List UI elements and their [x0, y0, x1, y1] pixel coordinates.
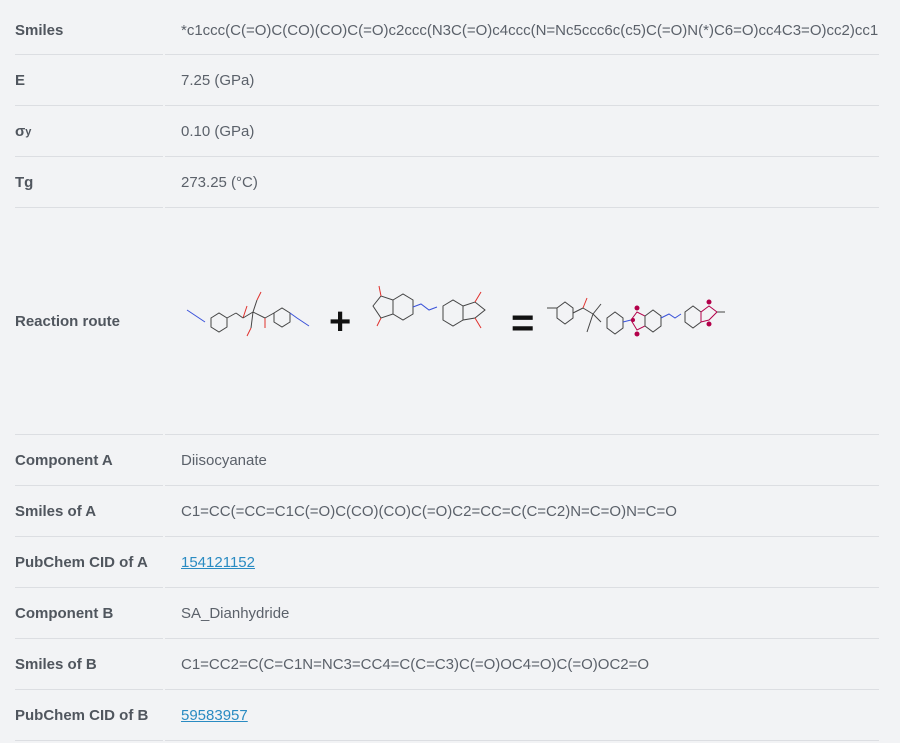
e-label: E	[15, 72, 26, 89]
smiles-value: *c1ccc(C(=O)C(CO)(CO)C(=O)c2ccc(N3C(=O)c…	[181, 21, 879, 39]
row-pubchem-a: PubChem CID of A 154121152	[0, 537, 900, 588]
smiles-a-value: C1=CC(=CC=C1C(=O)C(CO)(CO)C(=O)C2=CC=C(C…	[181, 503, 677, 520]
row-tg: Tg 273.25 (°C)	[0, 157, 900, 208]
pubchem-a-link[interactable]: 154121152	[181, 554, 255, 571]
row-component-a: Component A Diisocyanate	[0, 435, 900, 486]
component-b-structure	[372, 285, 486, 329]
row-component-b: Component B SA_Dianhydride	[0, 588, 900, 639]
sigma-y-value: 0.10 (GPa)	[181, 123, 255, 140]
tg-value: 273.25 (°C)	[181, 174, 258, 191]
polymer-oxygen-atoms	[631, 299, 712, 337]
smiles-b-label: Smiles of B	[15, 656, 97, 673]
equals-sign: =	[511, 301, 534, 345]
smiles-b-value: C1=CC2=C(C=C1N=NC3=CC4=C(C=C3)C(=O)OC4=O…	[181, 656, 650, 673]
row-smiles-a: Smiles of A C1=CC(=CC=C1C(=O)C(CO)(CO)C(…	[0, 486, 900, 537]
pubchem-b-label: PubChem CID of B	[15, 707, 149, 724]
e-value: 7.25 (GPa)	[181, 72, 255, 89]
component-a-value: Diisocyanate	[181, 452, 267, 469]
pubchem-b-link[interactable]: 59583957	[181, 707, 248, 724]
smiles-label: Smiles	[15, 21, 64, 39]
row-smiles: Smiles *c1ccc(C(=O)C(CO)(CO)C(=O)c2ccc(N…	[0, 5, 900, 55]
row-e: E 7.25 (GPa)	[0, 55, 900, 106]
row-sigma-y: σy 0.10 (GPa)	[0, 106, 900, 157]
tg-label: Tg	[15, 174, 34, 191]
component-b-label: Component B	[15, 605, 114, 622]
sigma-y-label-sub: y	[25, 125, 32, 138]
component-b-value: SA_Dianhydride	[181, 605, 290, 622]
pubchem-a-label: PubChem CID of A	[15, 554, 148, 571]
plus-sign: +	[329, 301, 351, 343]
sigma-y-label: σy	[15, 106, 163, 157]
row-reaction-route: Reaction route + =	[0, 208, 900, 435]
smiles-a-label: Smiles of A	[15, 503, 97, 520]
row-pubchem-b: PubChem CID of B 59583957	[0, 690, 900, 741]
reaction-route-label: Reaction route	[15, 313, 121, 330]
component-a-structure	[186, 291, 310, 337]
component-a-label: Component A	[15, 452, 113, 469]
reaction-scheme-image: + =	[186, 285, 725, 345]
polymer-structure	[547, 297, 725, 335]
sigma-y-label-main: σ	[15, 123, 26, 140]
row-smiles-b: Smiles of B C1=CC2=C(C=C1N=NC3=CC4=C(C=C…	[0, 639, 900, 690]
